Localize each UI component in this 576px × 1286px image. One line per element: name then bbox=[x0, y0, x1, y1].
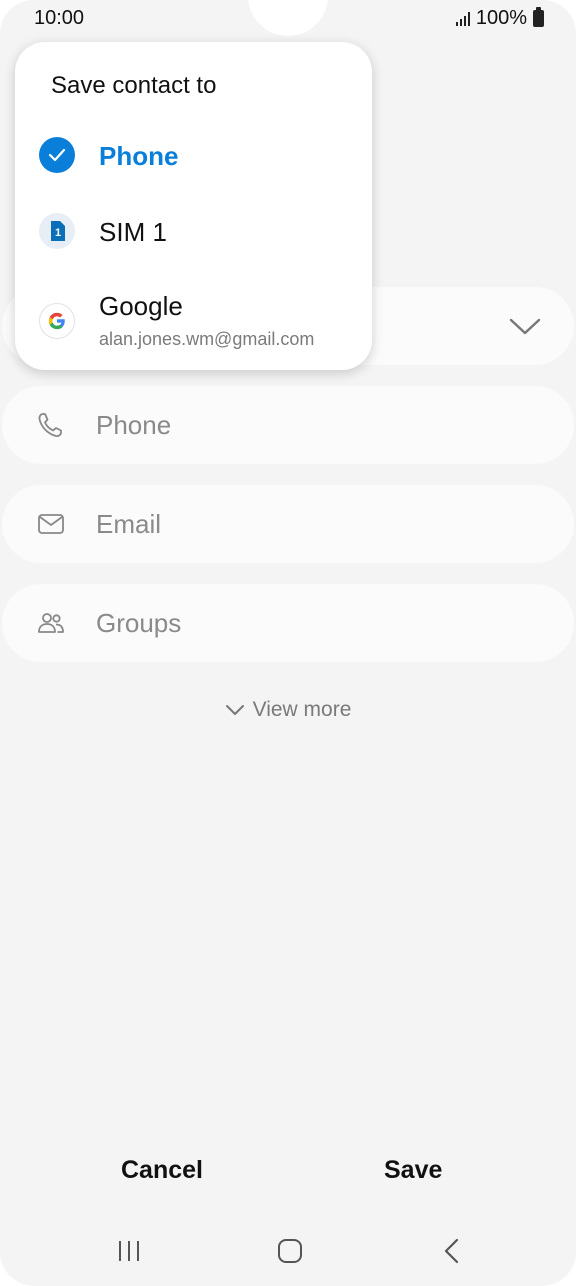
popup-title: Save contact to bbox=[51, 72, 217, 99]
back-nav-icon[interactable] bbox=[437, 1238, 467, 1264]
status-bar: 10:00 100% bbox=[0, 0, 576, 38]
groups-icon bbox=[38, 613, 64, 633]
chevron-down-icon bbox=[225, 705, 244, 715]
groups-field[interactable]: Groups bbox=[2, 584, 574, 662]
view-more-button[interactable]: View more bbox=[0, 698, 576, 722]
recents-nav-icon[interactable] bbox=[114, 1238, 144, 1264]
phone-field-placeholder: Phone bbox=[96, 410, 172, 440]
sim-card-icon: 1 bbox=[39, 213, 75, 249]
google-logo-icon bbox=[39, 303, 75, 339]
navigation-bar bbox=[0, 1226, 576, 1276]
chevron-down-icon[interactable] bbox=[508, 311, 542, 341]
option-phone[interactable]: Phone bbox=[15, 125, 372, 185]
email-icon bbox=[38, 514, 64, 534]
status-indicators: 100% bbox=[455, 7, 544, 30]
groups-field-placeholder: Groups bbox=[96, 608, 182, 638]
option-google-label: Google bbox=[99, 291, 183, 321]
status-time: 10:00 bbox=[34, 7, 85, 29]
save-contact-to-popup: Save contact to Phone 1 SIM 1 Google ala… bbox=[15, 42, 372, 370]
cancel-button[interactable]: Cancel bbox=[121, 1156, 203, 1185]
email-field[interactable]: Email bbox=[2, 485, 574, 563]
option-google-account: alan.jones.wm@gmail.com bbox=[99, 329, 315, 349]
save-button[interactable]: Save bbox=[384, 1156, 442, 1185]
option-sim-1-label: SIM 1 bbox=[99, 217, 167, 247]
option-sim-1[interactable]: 1 SIM 1 bbox=[15, 201, 372, 261]
option-phone-label: Phone bbox=[99, 141, 179, 171]
option-google[interactable]: Google alan.jones.wm@gmail.com bbox=[15, 277, 372, 357]
home-nav-icon[interactable] bbox=[275, 1238, 305, 1264]
email-field-placeholder: Email bbox=[96, 509, 162, 539]
phone-icon bbox=[38, 413, 62, 437]
check-icon bbox=[39, 137, 75, 173]
sim-card-number: 1 bbox=[55, 227, 61, 239]
signal-icon bbox=[455, 11, 470, 26]
battery-icon bbox=[533, 7, 544, 27]
battery-percentage: 100% bbox=[475, 7, 527, 29]
phone-field[interactable]: Phone bbox=[2, 386, 574, 464]
view-more-label: View more bbox=[252, 698, 352, 721]
contact-editor-screen: 10:00 100% Phone Email Groups View more … bbox=[0, 0, 576, 1286]
